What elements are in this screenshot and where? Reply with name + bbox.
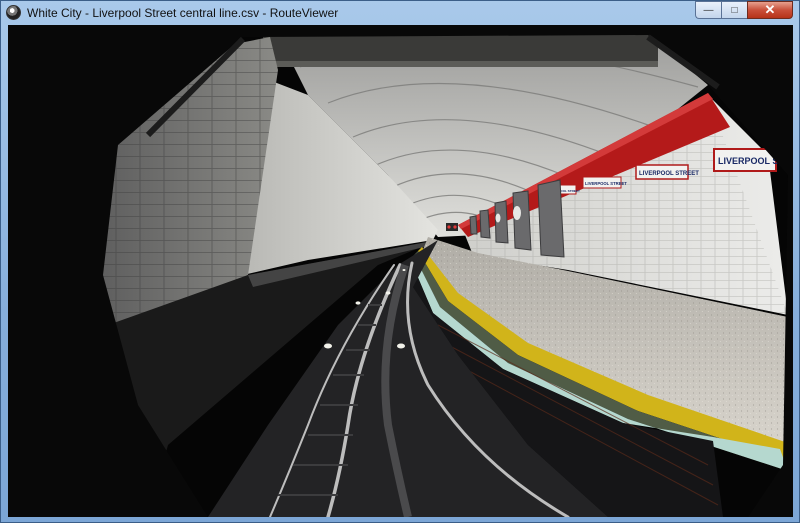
station-sign-text: LIVERPOOL STREET (639, 171, 699, 177)
title-bar[interactable]: White City - Liverpool Street central li… (1, 1, 799, 25)
route-viewport[interactable]: LIVERPOOL ST LIVERPOOL STREET LIVERPOOL … (8, 25, 793, 517)
maximize-button[interactable]: □ (721, 1, 747, 19)
tunnel-scene: LIVERPOOL ST LIVERPOOL STREET LIVERPOOL … (8, 25, 793, 517)
window-controls: — □ ✕ (695, 1, 793, 19)
app-icon[interactable] (6, 5, 21, 20)
station-sign-text: LIVERPOOL STREET (585, 181, 627, 186)
minimize-button[interactable]: — (695, 1, 721, 19)
window-title: White City - Liverpool Street central li… (27, 6, 339, 20)
app-window: White City - Liverpool Street central li… (0, 0, 800, 523)
close-button[interactable]: ✕ (747, 1, 793, 19)
